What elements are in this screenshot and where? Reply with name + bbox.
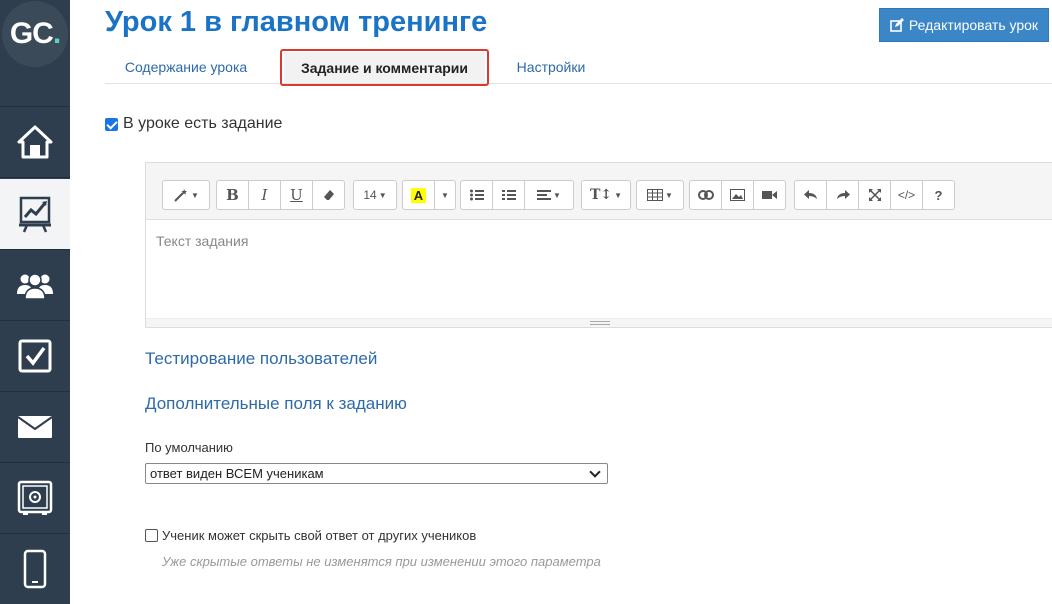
edit-lesson-button[interactable]: Редактировать урок (879, 8, 1049, 42)
visibility-label: По умолчанию (145, 440, 233, 455)
has-task-option[interactable]: В уроке есть задание (105, 115, 282, 133)
image-button[interactable] (721, 180, 754, 210)
eraser-button[interactable] (312, 180, 345, 210)
sidebar-item-users[interactable] (0, 250, 70, 321)
fullscreen-button[interactable] (858, 180, 891, 210)
link-icon (697, 190, 714, 200)
text-color-button[interactable]: A (402, 180, 435, 210)
home-icon (17, 125, 53, 159)
caret-down-icon: ▼ (191, 190, 199, 200)
logo[interactable]: GC. (2, 1, 68, 67)
sidebar-item-safe[interactable] (0, 463, 70, 534)
hide-answer-option[interactable]: Ученик может скрыть свой ответ от других… (145, 528, 476, 543)
align-dropdown[interactable]: ▼ (524, 180, 574, 210)
code-view-button[interactable]: </> (890, 180, 923, 210)
table-icon (647, 189, 664, 201)
sidebar-item-trainings[interactable] (0, 179, 70, 250)
lesson-tabs: Содержание урока Задание и комментарии Н… (105, 49, 1052, 86)
video-icon (762, 191, 777, 199)
magic-wand-icon (174, 189, 188, 202)
edit-icon (890, 18, 904, 32)
video-button[interactable] (753, 180, 786, 210)
hide-answer-hint: Уже скрытые ответы не изменятся при изме… (162, 554, 601, 569)
mobile-phone-icon (23, 549, 47, 589)
color-dropdown-button[interactable]: ▼ (434, 180, 456, 210)
magic-wand-button[interactable]: ▼ (162, 180, 210, 210)
bullet-list-icon (469, 189, 484, 201)
redo-icon (836, 190, 850, 199)
line-height-dropdown[interactable]: T↕ ▼ (581, 180, 631, 210)
numbered-list-button[interactable] (492, 180, 525, 210)
caret-down-icon: ▼ (553, 190, 561, 200)
table-dropdown[interactable]: ▼ (636, 180, 684, 210)
extra-fields-link[interactable]: Дополнительные поля к заданию (145, 394, 407, 414)
task-text-editor[interactable]: Текст задания (146, 220, 1052, 320)
chevron-down-icon (589, 465, 601, 478)
numbered-list-icon (501, 190, 516, 200)
safe-icon (17, 480, 53, 515)
editor-resize-handle[interactable] (146, 318, 1052, 327)
answer-visibility-select[interactable]: ответ виден ВСЕМ ученикам (145, 463, 608, 484)
task-editor: ▼ B I U 14 ▼ A ▼ ▼ T↕ ▼ ▼ </> ? Текст за… (145, 162, 1052, 328)
sidebar-item-home[interactable] (0, 107, 70, 178)
logo-area: GC. (0, 0, 70, 107)
caret-down-icon: ▼ (614, 190, 623, 200)
sidebar-item-tasks[interactable] (0, 321, 70, 392)
undo-icon (803, 190, 817, 199)
tab-lesson-content[interactable]: Содержание урока (105, 50, 267, 84)
caret-down-icon: ▼ (665, 190, 673, 200)
page-title: Урок 1 в главном тренинге (105, 6, 488, 38)
eraser-icon (323, 190, 334, 200)
sidebar-item-mobile[interactable] (0, 534, 70, 604)
tab-settings[interactable]: Настройки (501, 50, 601, 84)
user-testing-link[interactable]: Тестирование пользователей (145, 349, 377, 369)
align-icon (537, 190, 552, 200)
chart-presentation-icon (19, 196, 51, 233)
underline-button[interactable]: U (280, 180, 313, 210)
answer-visibility-value: ответ виден ВСЕМ ученикам (150, 466, 324, 481)
hide-answer-label: Ученик может скрыть свой ответ от других… (162, 528, 477, 543)
sidebar-item-messages[interactable] (0, 392, 70, 463)
caret-down-icon: ▼ (378, 190, 387, 200)
editor-toolbar: ▼ B I U 14 ▼ A ▼ ▼ T↕ ▼ ▼ </> ? (146, 163, 1052, 220)
has-task-checkbox[interactable] (105, 117, 118, 131)
font-size-dropdown[interactable]: 14 ▼ (353, 180, 397, 210)
sidebar: GC. (0, 0, 70, 604)
link-button[interactable] (689, 180, 722, 210)
checkbox-icon (18, 339, 52, 373)
redo-button[interactable] (826, 180, 859, 210)
fullscreen-icon (868, 189, 881, 201)
image-icon (730, 189, 745, 201)
bullet-list-button[interactable] (460, 180, 493, 210)
caret-down-icon: ▼ (441, 190, 449, 200)
italic-button[interactable]: I (248, 180, 281, 210)
resize-grip-icon (589, 321, 610, 325)
tab-task-and-comments[interactable]: Задание и комментарии (280, 49, 489, 86)
undo-button[interactable] (794, 180, 827, 210)
task-text-placeholder: Текст задания (156, 233, 249, 249)
users-icon (17, 273, 53, 300)
help-button[interactable]: ? (922, 180, 955, 210)
bold-button[interactable]: B (216, 180, 249, 210)
mail-icon (17, 416, 53, 438)
edit-lesson-label: Редактировать урок (908, 17, 1039, 33)
hide-answer-checkbox[interactable] (145, 529, 158, 542)
has-task-label: В уроке есть задание (123, 115, 283, 132)
